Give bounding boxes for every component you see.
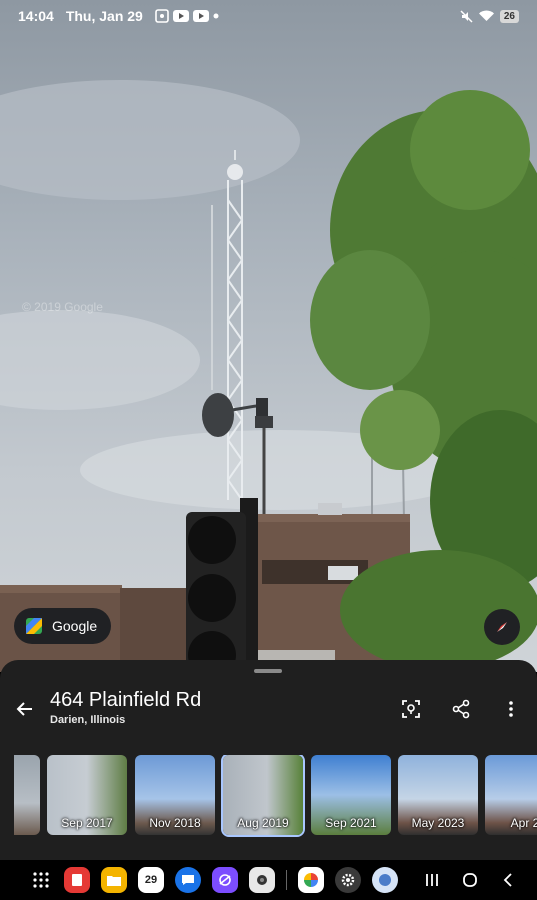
timeline-thumb-label: Apr 2 bbox=[510, 816, 537, 830]
google-chip-label: Google bbox=[52, 618, 98, 634]
compass-icon bbox=[497, 622, 507, 632]
messages-app-icon[interactable] bbox=[175, 867, 201, 893]
timeline-thumb[interactable]: Nov 2018 bbox=[135, 755, 215, 835]
share-icon bbox=[452, 699, 470, 719]
timeline-thumb[interactable] bbox=[14, 755, 40, 835]
status-time: 14:04 bbox=[18, 8, 54, 24]
youtube-icon-2 bbox=[192, 10, 209, 22]
copyright-watermark: © 2019 Google bbox=[22, 300, 103, 314]
location-frame-icon bbox=[402, 700, 420, 718]
imagery-timeline[interactable]: Sep 2017 Nov 2018 Aug 2019 Sep 2021 May … bbox=[14, 755, 537, 837]
status-bar: 14:04 Thu, Jan 29 26 bbox=[0, 0, 537, 32]
timeline-thumb-label: Sep 2017 bbox=[61, 816, 113, 830]
timeline-thumb-label: May 2023 bbox=[411, 816, 465, 830]
streetview-location-button[interactable] bbox=[398, 696, 424, 722]
taskbar-divider bbox=[286, 870, 287, 890]
street-view-image bbox=[0, 80, 537, 672]
wifi-icon bbox=[478, 10, 494, 21]
photos-app-icon[interactable] bbox=[298, 867, 324, 893]
more-options-button[interactable] bbox=[498, 696, 524, 722]
timeline-thumb[interactable]: Sep 2021 bbox=[311, 755, 391, 835]
compass-button[interactable] bbox=[484, 609, 520, 645]
home-icon bbox=[463, 873, 477, 887]
recents-button[interactable] bbox=[417, 865, 447, 895]
timeline-thumb-label: Nov 2018 bbox=[149, 816, 201, 830]
street-view-panorama[interactable]: © 2019 Google bbox=[0, 0, 537, 672]
more-notifications-dot-icon bbox=[213, 13, 219, 19]
recents-icon bbox=[426, 874, 438, 886]
calendar-app-icon[interactable]: 29 bbox=[138, 867, 164, 893]
place-title: 464 Plainfield Rd bbox=[50, 689, 202, 711]
timeline-thumb-label: Sep 2021 bbox=[325, 816, 377, 830]
back-button[interactable] bbox=[12, 696, 38, 722]
place-bottom-sheet[interactable]: 464 Plainfield Rd Darien, Illinois Sep 2… bbox=[0, 660, 537, 860]
arrow-back-icon bbox=[16, 702, 32, 716]
notes-app-icon[interactable] bbox=[64, 867, 90, 893]
files-app-icon[interactable] bbox=[101, 867, 127, 893]
nav-back-button[interactable] bbox=[493, 865, 523, 895]
notification-icons bbox=[155, 9, 219, 23]
timeline-thumb-label: Aug 2019 bbox=[237, 816, 289, 830]
battery-level: 26 bbox=[499, 9, 519, 23]
settings-app-icon[interactable] bbox=[335, 867, 361, 893]
google-maps-icon bbox=[26, 618, 42, 634]
system-icons: 26 bbox=[460, 9, 519, 23]
app-drawer-button[interactable] bbox=[30, 867, 52, 893]
share-button[interactable] bbox=[448, 696, 474, 722]
timeline-thumb[interactable]: Sep 2017 bbox=[47, 755, 127, 835]
calendar-day: 29 bbox=[144, 874, 158, 886]
internet-app-icon[interactable] bbox=[212, 867, 238, 893]
home-button[interactable] bbox=[455, 865, 485, 895]
more-vert-icon bbox=[509, 701, 513, 717]
taskbar: 29 bbox=[0, 860, 537, 900]
drag-handle[interactable] bbox=[254, 669, 282, 673]
camera-app-icon[interactable] bbox=[249, 867, 275, 893]
place-subtitle: Darien, Illinois bbox=[50, 714, 126, 726]
chevron-left-icon bbox=[503, 873, 512, 887]
apps-grid-icon bbox=[33, 872, 49, 888]
maps-app-icon[interactable] bbox=[372, 867, 398, 893]
timeline-thumb-selected[interactable]: Aug 2019 bbox=[221, 755, 305, 837]
timeline-thumb[interactable]: May 2023 bbox=[398, 755, 478, 835]
status-date: Thu, Jan 29 bbox=[65, 8, 143, 24]
google-chip-button[interactable]: Google bbox=[14, 608, 112, 644]
mute-icon bbox=[460, 9, 473, 23]
screenshot-icon bbox=[155, 9, 169, 23]
timeline-thumb[interactable]: Apr 2 bbox=[485, 755, 537, 835]
youtube-icon bbox=[172, 10, 189, 22]
